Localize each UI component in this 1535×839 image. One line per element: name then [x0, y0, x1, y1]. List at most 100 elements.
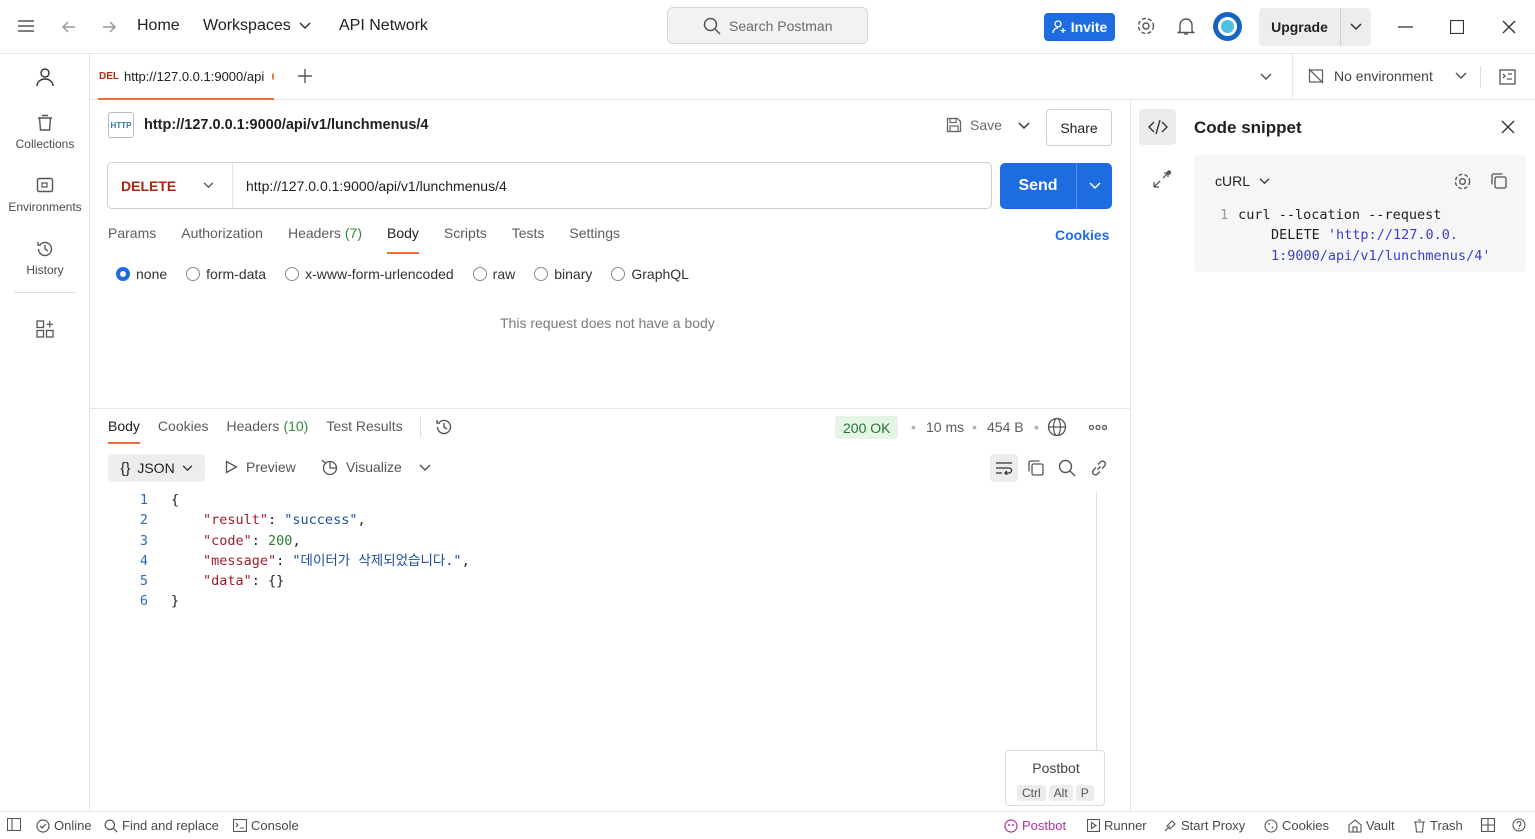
radio-binary[interactable]: binary	[534, 266, 592, 282]
tab-body[interactable]: Body	[387, 225, 419, 254]
online-status[interactable]: Online	[36, 818, 92, 833]
related-collections-icon[interactable]	[1151, 170, 1173, 190]
code-line: 4 "message": "데이터가 삭제되었습니다.",	[130, 551, 470, 571]
share-button[interactable]: Share	[1046, 109, 1112, 146]
new-tab-plus-icon[interactable]	[297, 68, 313, 84]
sidebar-item-environments[interactable]: Environments	[0, 177, 90, 214]
preview-label: Preview	[246, 459, 296, 475]
notifications-bell-icon[interactable]	[1177, 16, 1195, 36]
runner-button[interactable]: Runner	[1087, 818, 1147, 833]
method-selector[interactable]: DELETE	[108, 163, 233, 208]
title-bar: Home Workspaces API Network Search Postm…	[0, 0, 1535, 54]
response-format-selector[interactable]: {} JSON	[108, 454, 205, 482]
search-response-icon[interactable]	[1058, 459, 1076, 477]
radio-form-data[interactable]: form-data	[186, 266, 266, 282]
tab-response-headers[interactable]: Headers (10)	[227, 418, 309, 444]
radio-urlencoded[interactable]: x-www-form-urlencoded	[285, 266, 454, 282]
code-snippet-text[interactable]: 1 curl --location --request DELETE 'http:…	[1220, 205, 1490, 266]
nav-api-network[interactable]: API Network	[339, 17, 428, 35]
play-icon	[225, 460, 238, 474]
help-icon[interactable]	[1512, 818, 1526, 832]
snippet-language-selector[interactable]: cURL	[1215, 173, 1270, 189]
save-button[interactable]: Save	[946, 117, 1002, 133]
tab-tests[interactable]: Tests	[512, 225, 545, 255]
preview-button[interactable]: Preview	[225, 459, 296, 475]
response-history-icon[interactable]	[435, 418, 453, 436]
back-arrow-icon[interactable]	[61, 19, 77, 35]
add-user-icon	[1052, 20, 1066, 34]
trash-button[interactable]: Trash	[1413, 818, 1463, 833]
settings-gear-icon[interactable]	[1136, 16, 1156, 36]
start-proxy-button[interactable]: Start Proxy	[1163, 818, 1245, 833]
forward-arrow-icon[interactable]	[101, 19, 117, 35]
response-tabs: Body Cookies Headers (10) Test Results	[108, 418, 421, 444]
copy-response-icon[interactable]	[1027, 459, 1045, 477]
tabs-overflow-chevron-icon[interactable]	[1260, 73, 1272, 81]
url-input[interactable]: http://127.0.0.1:9000/api/v1/lunchmenus/…	[233, 178, 507, 194]
search-input[interactable]: Search Postman	[667, 7, 868, 44]
tab-response-cookies[interactable]: Cookies	[158, 418, 209, 444]
cookies-link[interactable]: Cookies	[1055, 227, 1109, 243]
send-button[interactable]: Send	[1000, 163, 1112, 209]
toggle-sidebar-icon[interactable]	[7, 818, 21, 831]
radio-graphql[interactable]: GraphQL	[611, 266, 689, 282]
tab-scripts[interactable]: Scripts	[444, 225, 487, 255]
visualize-chevron-icon[interactable]	[419, 464, 431, 472]
tab-headers[interactable]: Headers (7)	[288, 225, 362, 255]
code-scrollbar[interactable]	[1096, 492, 1097, 750]
nav-home[interactable]: Home	[137, 17, 180, 35]
postbot-button[interactable]: Postbot	[1004, 818, 1066, 833]
save-options-chevron-icon[interactable]	[1018, 122, 1030, 130]
close-window-icon[interactable]	[1502, 20, 1516, 34]
send-options-chevron-icon[interactable]	[1076, 163, 1112, 209]
more-options-icon[interactable]	[1089, 425, 1107, 430]
line-number: 2	[139, 512, 148, 529]
tab-params[interactable]: Params	[108, 225, 156, 255]
console-button[interactable]: Console	[233, 818, 299, 833]
response-body-code[interactable]: 1{ 2 "result": "success", 3 "code": 200, 4…	[130, 490, 470, 612]
snippet-line: 1:9000/api/v1/lunchmenus/4'	[1271, 247, 1491, 264]
tab-settings[interactable]: Settings	[569, 225, 620, 255]
meta-separator: •	[911, 419, 916, 435]
radio-none[interactable]: none	[116, 266, 167, 282]
vault-button[interactable]: Vault	[1348, 818, 1395, 833]
upgrade-chevron-icon[interactable]	[1340, 8, 1371, 46]
request-tab[interactable]: DEL http://127.0.0.1:9000/api	[98, 54, 274, 100]
tab-authorization[interactable]: Authorization	[181, 225, 263, 255]
response-time[interactable]: 10 ms	[926, 419, 964, 435]
link-icon[interactable]	[1090, 459, 1108, 477]
visualize-button[interactable]: Visualize	[321, 459, 402, 475]
avatar[interactable]	[1213, 12, 1242, 41]
request-title[interactable]: http://127.0.0.1:9000/api/v1/lunchmenus/…	[144, 117, 428, 133]
maximize-window-icon[interactable]	[1450, 20, 1464, 34]
sidebar-item-collections[interactable]: Collections	[0, 114, 90, 151]
http-icon: HTTP	[108, 112, 134, 138]
environment-selector[interactable]: No environment	[1308, 68, 1467, 84]
response-divider[interactable]	[90, 408, 1130, 409]
close-icon[interactable]	[1501, 120, 1515, 134]
tab-test-results[interactable]: Test Results	[326, 418, 402, 444]
upgrade-button[interactable]: Upgrade	[1259, 8, 1371, 46]
hamburger-menu-icon[interactable]	[17, 19, 35, 33]
response-size[interactable]: 454 B	[987, 419, 1024, 435]
cookies-button[interactable]: Cookies	[1264, 818, 1329, 833]
copy-snippet-icon[interactable]	[1490, 172, 1508, 190]
wrap-lines-icon[interactable]	[990, 454, 1018, 482]
find-replace-button[interactable]: Find and replace	[104, 818, 219, 833]
layout-toggle-icon[interactable]	[1481, 818, 1495, 832]
check-circle-icon	[36, 818, 50, 833]
sidebar-item-history[interactable]: History	[0, 240, 90, 277]
invite-button[interactable]: Invite	[1044, 13, 1115, 41]
url-bar: DELETE http://127.0.0.1:9000/api/v1/lunc…	[107, 162, 992, 209]
status-badge[interactable]: 200 OK	[835, 416, 899, 439]
user-profile-icon[interactable]	[35, 67, 55, 87]
code-snippet-toggle-icon[interactable]	[1139, 109, 1176, 145]
add-workbench-icon[interactable]	[36, 320, 54, 338]
network-globe-icon[interactable]	[1047, 417, 1067, 437]
radio-raw[interactable]: raw	[472, 266, 515, 282]
minimize-window-icon[interactable]	[1398, 26, 1413, 28]
nav-workspaces[interactable]: Workspaces	[203, 17, 311, 35]
tab-response-body[interactable]: Body	[108, 418, 140, 444]
environment-quick-look-icon[interactable]	[1499, 69, 1516, 85]
snippet-settings-gear-icon[interactable]	[1453, 172, 1472, 191]
